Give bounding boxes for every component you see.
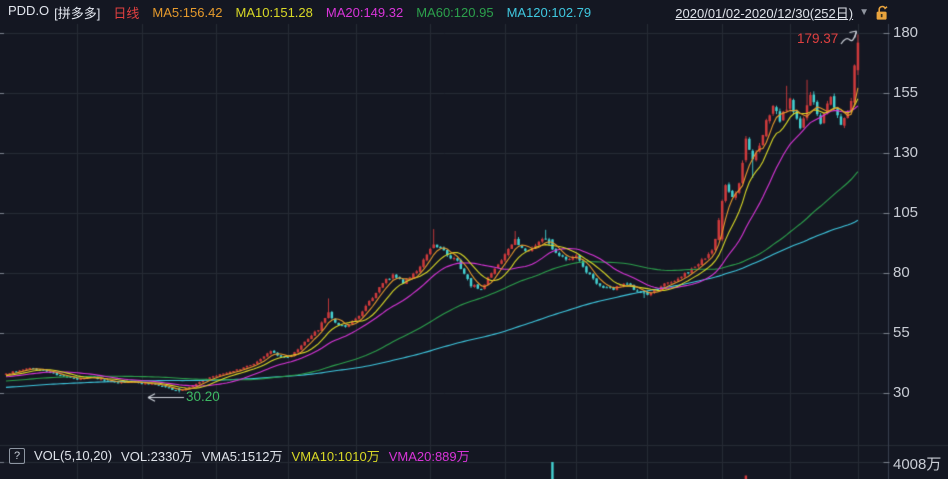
low-annotation: 30.20 (186, 389, 220, 404)
ma5-legend: MA5:156.42 (152, 5, 223, 20)
ma120-legend: MA120:102.79 (506, 5, 592, 20)
period-selector[interactable]: 日线 (113, 3, 139, 22)
price-tick-30: 30 (893, 384, 910, 401)
price-tick-105: 105 (893, 204, 919, 221)
chart-canvas[interactable] (0, 0, 948, 479)
price-tick-155: 155 (893, 84, 919, 101)
volume-scale-label: 4008万 (893, 456, 942, 473)
stock-chart-app: PDD.O [拼多多] 日线 MA5:156.42 MA10:151.28 MA… (0, 0, 948, 479)
price-tick-80: 80 (893, 264, 910, 281)
lock-open-icon[interactable] (875, 4, 890, 21)
chart-header: PDD.O [拼多多] 日线 MA5:156.42 MA10:151.28 MA… (8, 3, 591, 22)
ma10-legend: MA10:151.28 (235, 5, 313, 20)
high-annotation: 179.37 (797, 31, 839, 46)
price-tick-55: 55 (893, 324, 910, 341)
date-range-control[interactable]: 2020/01/02-2020/12/30(252日) ▼ (675, 3, 890, 22)
price-tick-180: 180 (893, 24, 919, 41)
vma10-label: VMA10:1010万 (291, 449, 380, 464)
help-button[interactable]: ? (9, 447, 25, 464)
symbol-label: PDD.O (8, 3, 50, 18)
vol-params-label: VOL(5,10,20) (34, 448, 113, 463)
volume-legend: ? VOL(5,10,20) VOL:2330万 VMA5:1512万 VMA1… (9, 446, 470, 465)
chevron-down-icon[interactable]: ▼ (859, 6, 869, 20)
date-range-label[interactable]: 2020/01/02-2020/12/30(252日) (675, 3, 853, 22)
ma60-legend: MA60:120.95 (416, 5, 494, 20)
ma20-legend: MA20:149.32 (325, 5, 404, 20)
vma20-label: VMA20:889万 (388, 449, 470, 464)
vma5-label: VMA5:1512万 (201, 449, 283, 464)
vol-value-label: VOL:2330万 (121, 449, 193, 464)
price-tick-130: 130 (893, 144, 919, 161)
symbol-name: [拼多多] (54, 6, 101, 21)
instrument: PDD.O [拼多多] (8, 3, 100, 22)
